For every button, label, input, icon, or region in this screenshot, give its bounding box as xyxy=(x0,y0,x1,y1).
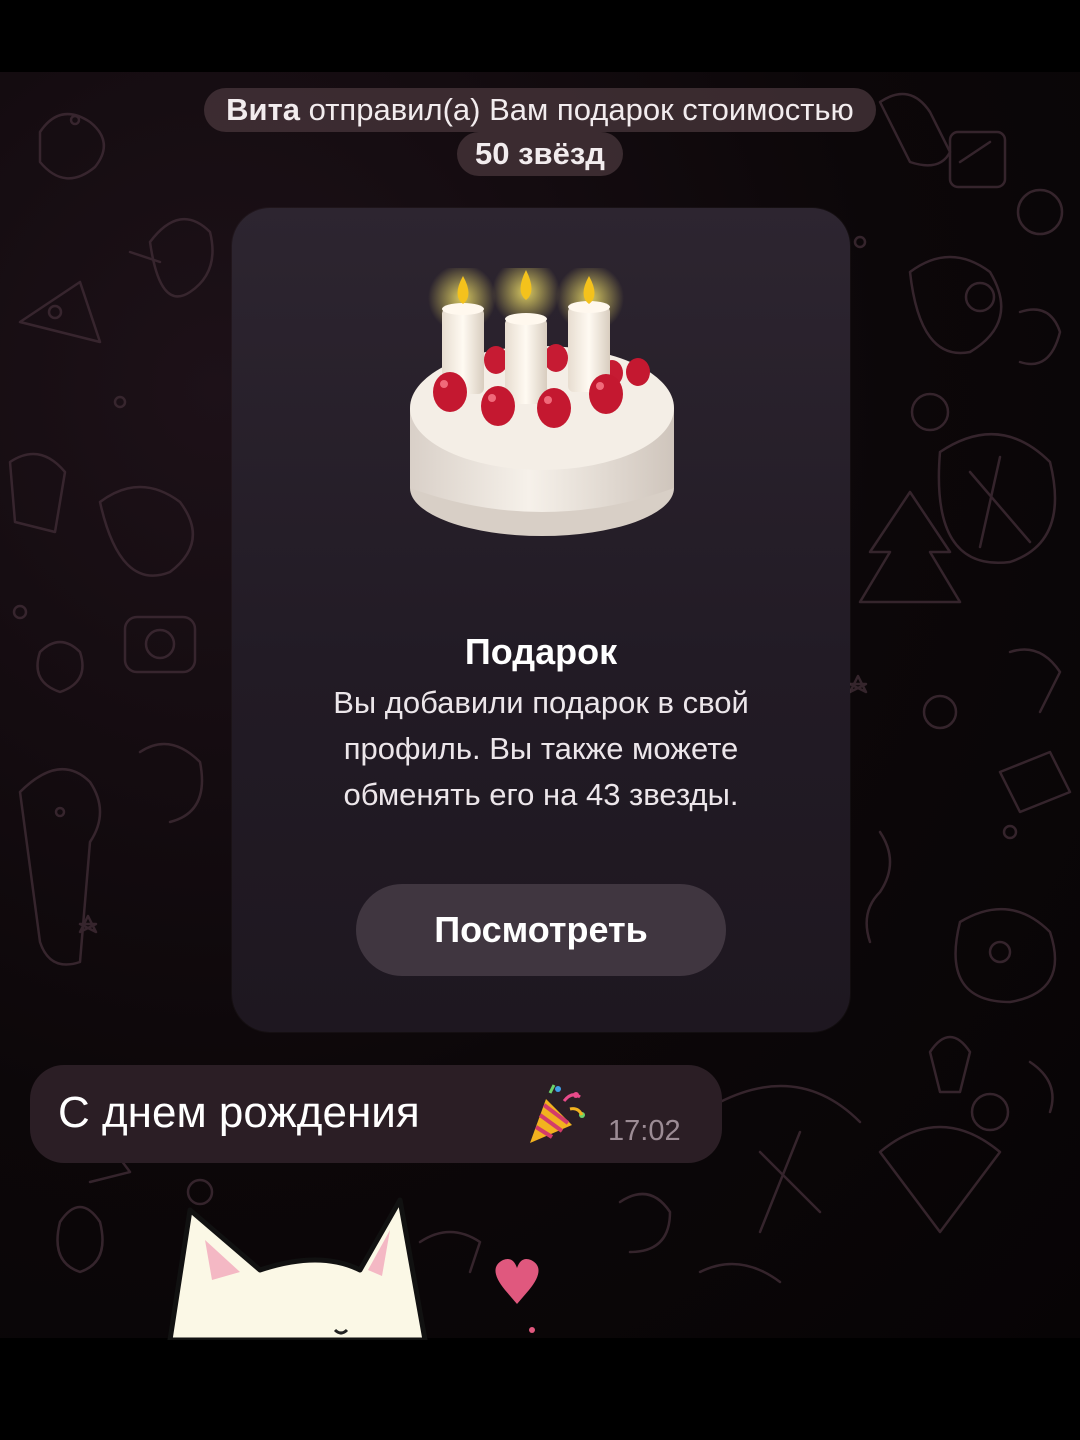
sender-name[interactable]: Вита xyxy=(226,92,300,127)
gift-description: Вы добавили подарок в свой профиль. Вы т… xyxy=(333,685,749,812)
birthday-cake-icon xyxy=(402,258,682,568)
service-message: Вита отправил(а) Вам подарок стоимостью … xyxy=(120,88,960,176)
gift-card[interactable]: Подарок Вы добавили подарок в свой профи… xyxy=(232,208,850,1032)
message-time: 17:02 xyxy=(608,1115,681,1147)
view-gift-button[interactable]: Посмотреть xyxy=(356,884,726,976)
gift-amount: 50 звёзд xyxy=(457,132,623,176)
message-bubble[interactable]: С днем рождения 17:02 xyxy=(30,1065,722,1163)
white-cat-sticker[interactable] xyxy=(150,1190,560,1343)
party-popper-icon xyxy=(524,1081,590,1147)
service-message-line: Вита отправил(а) Вам подарок стоимостью xyxy=(204,88,876,132)
message-text: С днем рождения xyxy=(58,1088,420,1137)
gift-title: Подарок xyxy=(464,631,618,672)
service-message-text: отправил(а) Вам подарок стоимостью xyxy=(308,92,854,127)
heart-icon xyxy=(495,1259,539,1304)
